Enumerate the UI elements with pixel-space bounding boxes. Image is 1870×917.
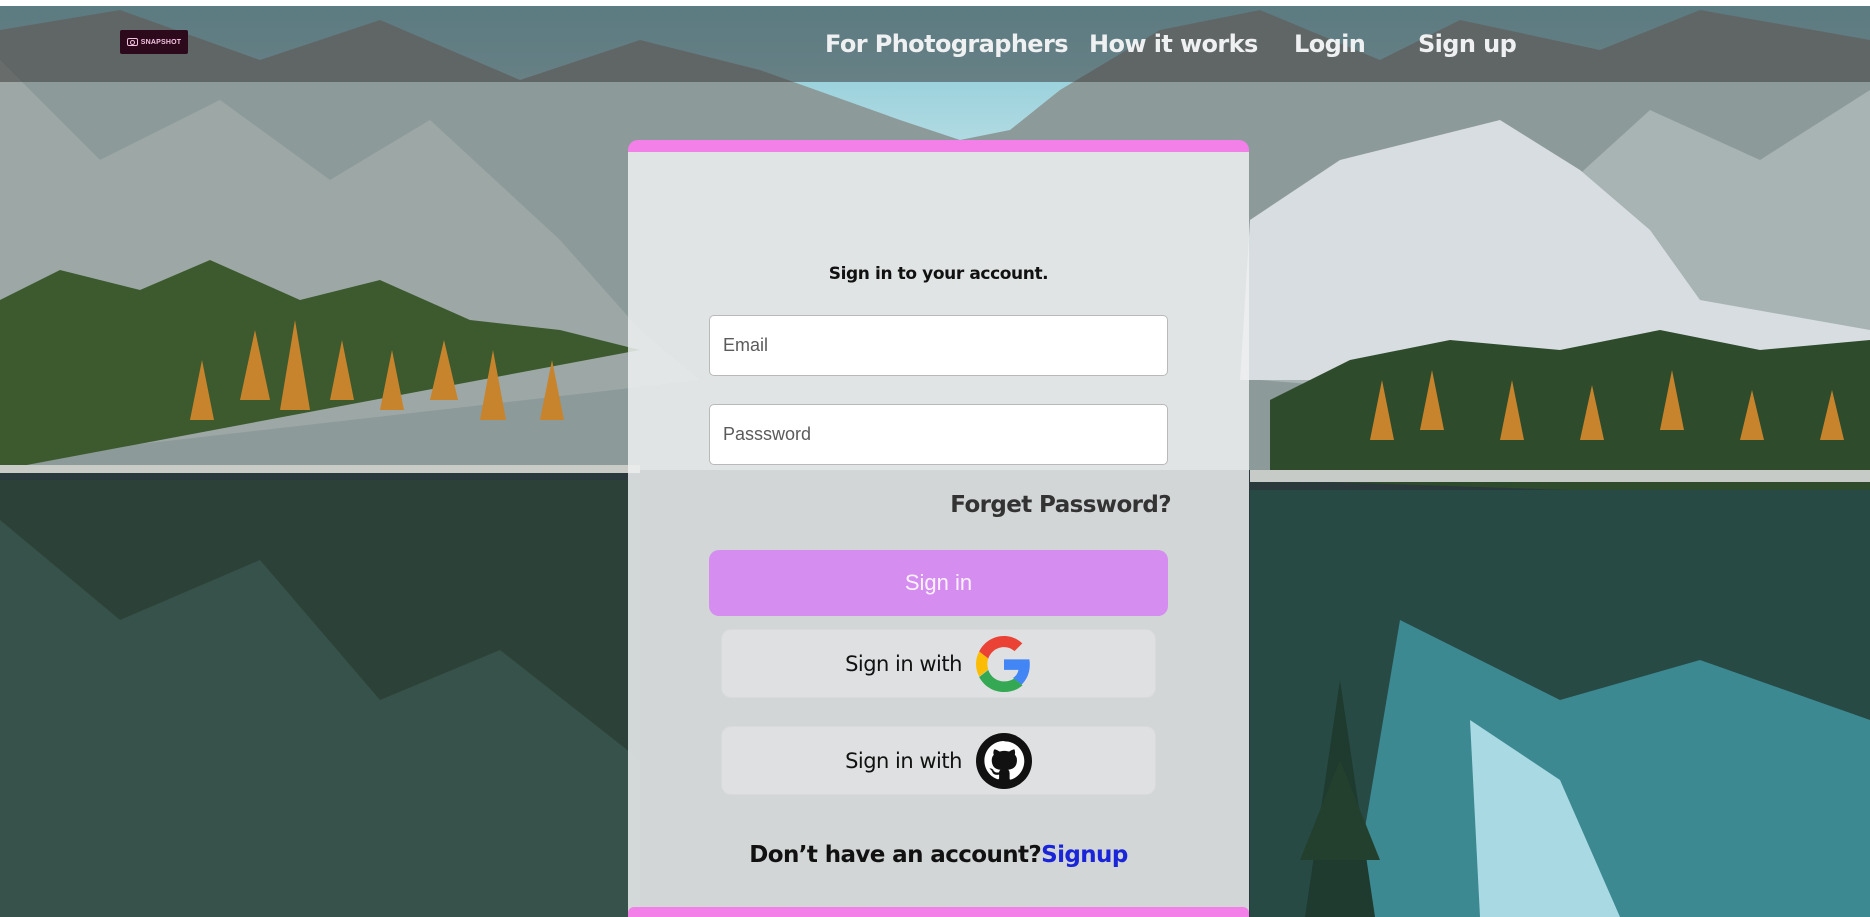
top-navbar: SNAPSHOT For Photographers How it works … [0, 6, 1870, 82]
nav-link-how-it-works[interactable]: How it works [1089, 30, 1258, 58]
signin-heading: Sign in to your account. [828, 264, 1049, 284]
nav-link-for-photographers[interactable]: For Photographers [825, 30, 1069, 58]
nav-link-sign-up[interactable]: Sign up [1418, 30, 1517, 58]
brand-logo[interactable]: SNAPSHOT [120, 30, 188, 54]
github-signin-label: Sign in with [845, 748, 962, 773]
signin-button[interactable]: Sign in [709, 550, 1168, 616]
camera-icon [126, 38, 138, 46]
forgot-password-link[interactable]: Forget Password? [950, 492, 1171, 518]
google-signin-label: Sign in with [845, 651, 962, 676]
signup-prompt: Don’t have an account?Signup [628, 842, 1249, 868]
signup-link[interactable]: Signup [1041, 842, 1128, 868]
brand-logo-text: SNAPSHOT [140, 38, 182, 46]
nav-link-login[interactable]: Login [1294, 30, 1366, 58]
email-field[interactable] [709, 315, 1168, 376]
password-field[interactable] [709, 404, 1168, 465]
github-icon [975, 732, 1032, 789]
card-bottom-accent [628, 907, 1249, 917]
signin-card: Sign in to your account. Forget Password… [628, 140, 1249, 917]
google-signin-button[interactable]: Sign in with [721, 629, 1156, 698]
github-signin-button[interactable]: Sign in with [721, 726, 1156, 795]
google-icon [975, 635, 1030, 692]
no-account-text: Don’t have an account? [749, 842, 1042, 868]
